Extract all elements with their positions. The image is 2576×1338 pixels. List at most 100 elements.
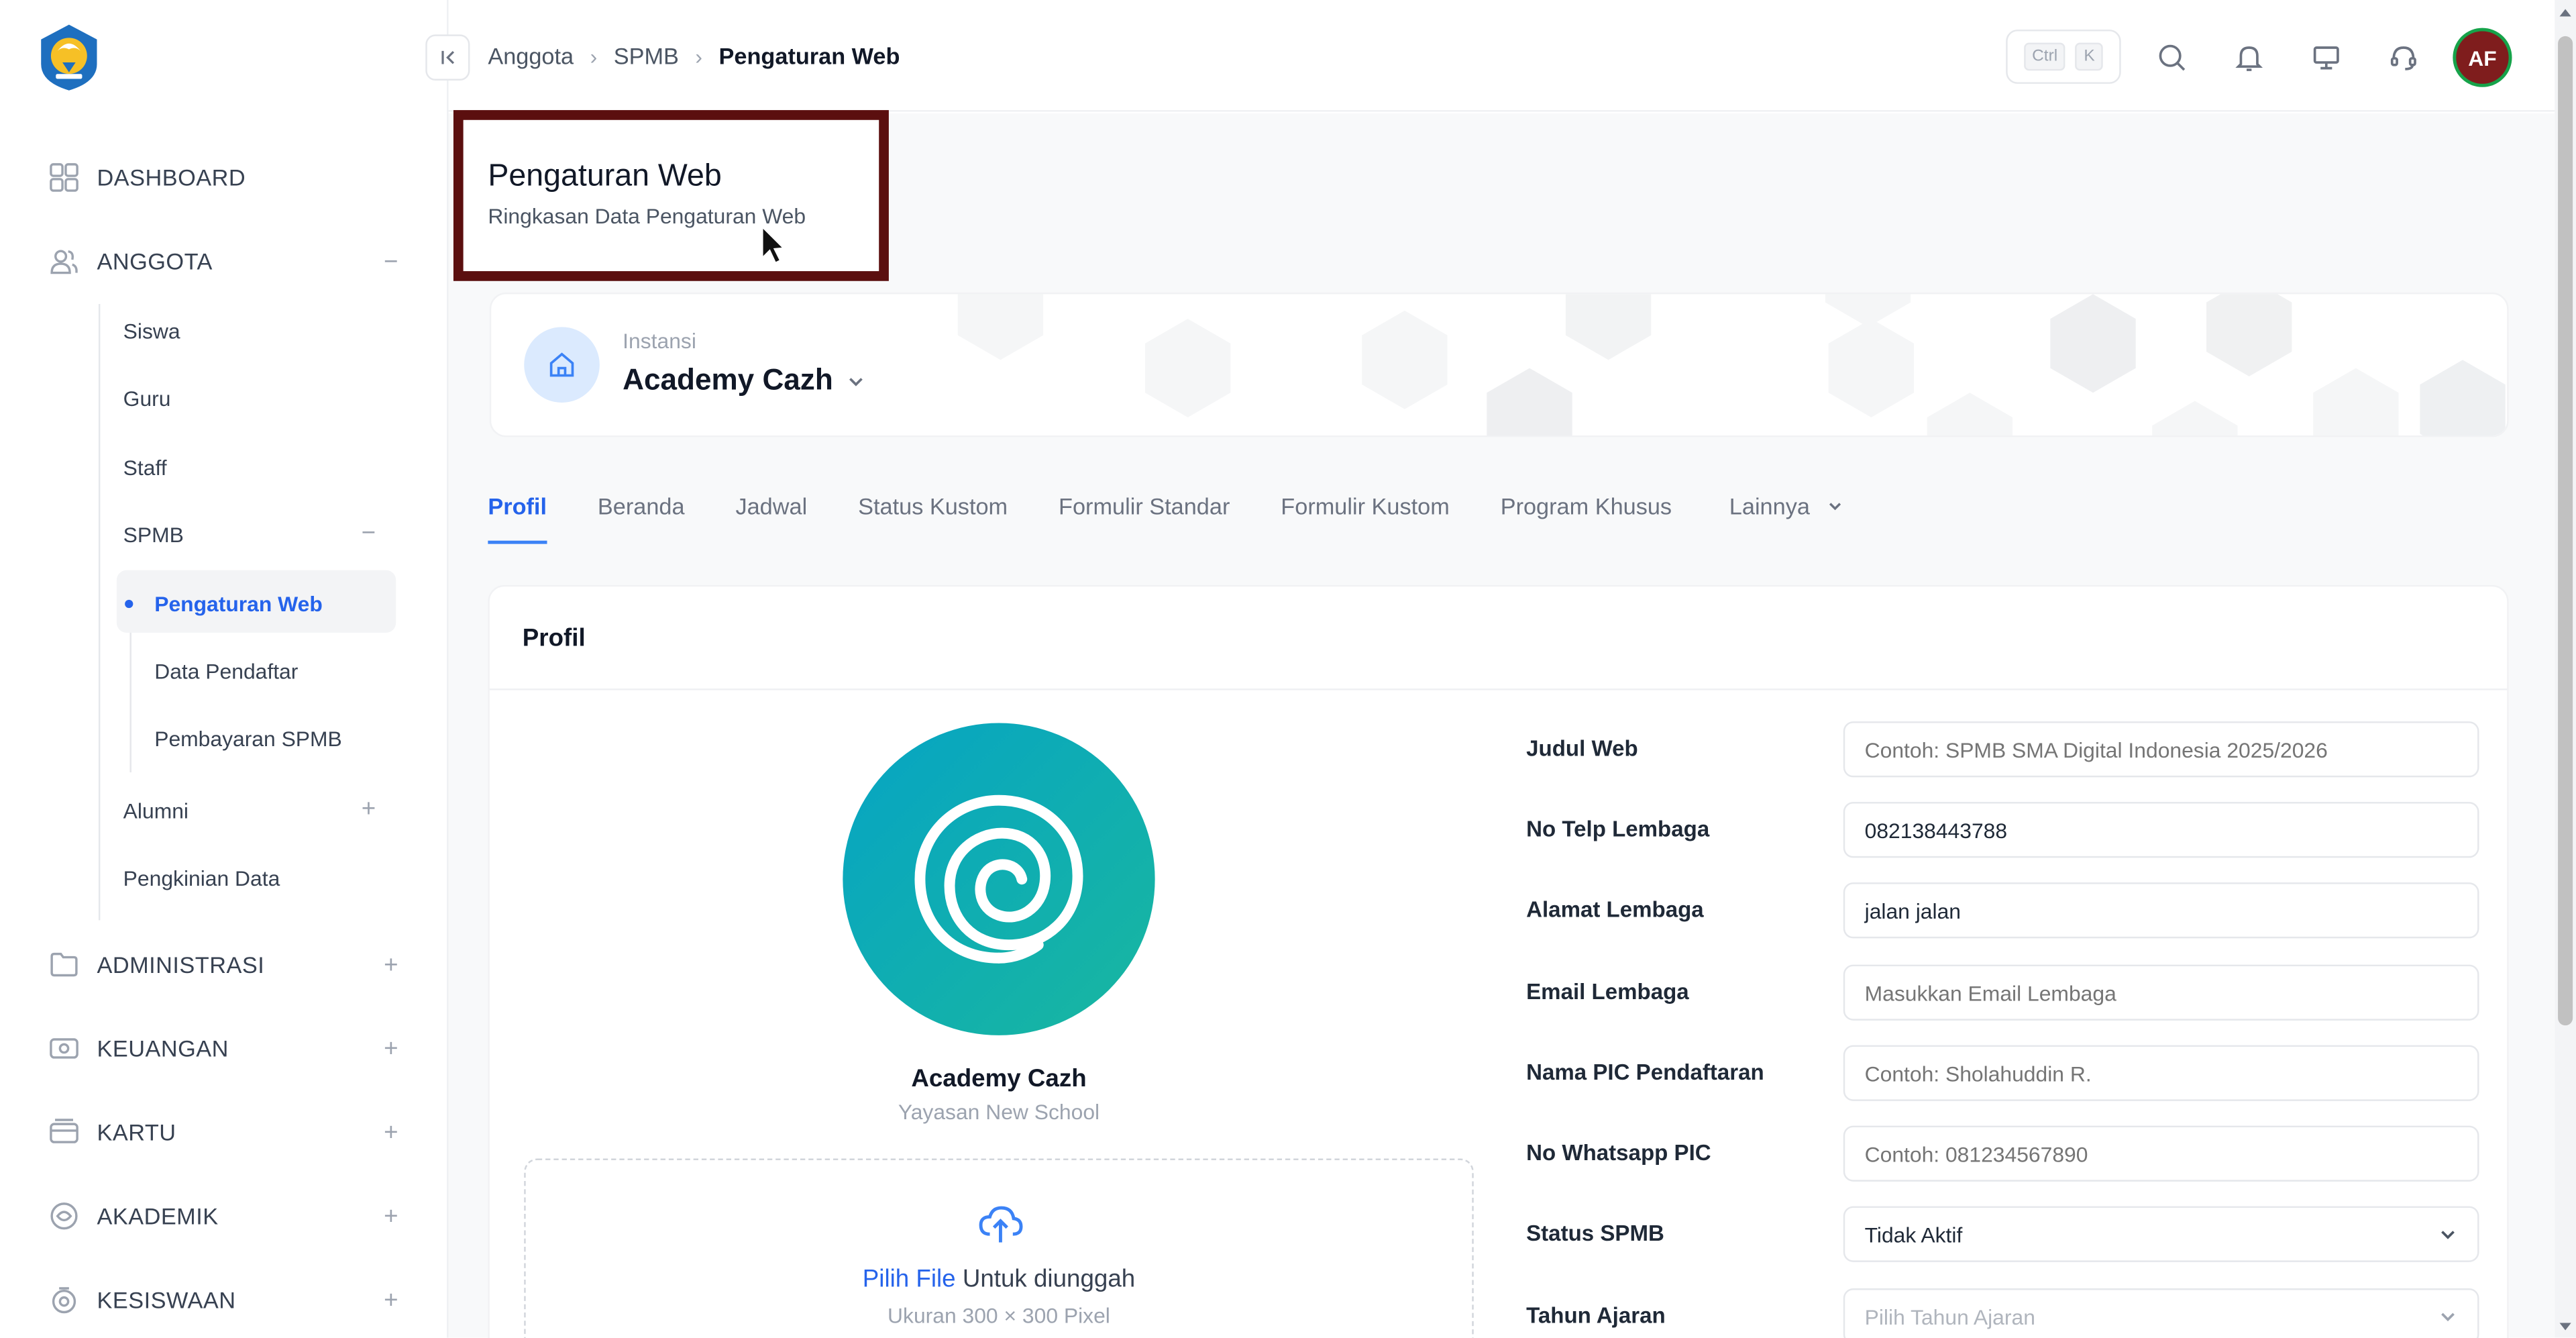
nav-administrasi[interactable]: ADMINISTRASI + [49, 947, 402, 983]
sidebar: DASHBOARD ANGGOTA − Siswa Guru Staff SPM… [0, 0, 449, 1338]
nav-kesiswaan[interactable]: KESISWAAN + [49, 1282, 402, 1318]
status-spmb-select[interactable]: Tidak Aktif [1843, 1206, 2479, 1262]
tab-bar: Profil Beranda Jadwal Status Kustom Form… [488, 493, 1893, 546]
form-row-whatsapp-pic: No Whatsapp PIC [1526, 1125, 2479, 1182]
form-row-email: Email Lembaga [1526, 964, 2479, 1021]
field-label: Judul Web [1526, 736, 1638, 761]
form-row-nama-pic: Nama PIC Pendaftaran [1526, 1045, 2479, 1101]
tab-formulir-kustom[interactable]: Formulir Kustom [1281, 493, 1449, 546]
expand-toggle[interactable]: + [380, 951, 402, 979]
spmb-collapse-toggle[interactable]: − [362, 519, 376, 548]
breadcrumb-current: Pengaturan Web [718, 42, 900, 69]
org-name: Academy Cazh [911, 1064, 1087, 1093]
kbd-k: K [2076, 42, 2103, 71]
tab-jadwal[interactable]: Jadwal [735, 493, 807, 546]
chevron-right-icon: › [695, 43, 703, 68]
upload-size-hint: Ukuran 300 × 300 Pixel [888, 1303, 1110, 1328]
org-logo [843, 723, 1155, 1035]
instansi-label: Instansi [623, 328, 696, 354]
alumni-expand-toggle[interactable]: + [362, 795, 376, 823]
field-label: Email Lembaga [1526, 979, 1689, 1005]
command-palette-button[interactable]: Ctrl K [2006, 30, 2121, 84]
nav-kartu[interactable]: KARTU + [49, 1114, 402, 1150]
whatsapp-pic-input[interactable] [1843, 1125, 2479, 1182]
kbd-ctrl: Ctrl [2023, 42, 2066, 71]
scroll-up-icon[interactable] [2558, 5, 2573, 19]
sidebar-item-spmb[interactable]: SPMB [123, 523, 184, 548]
expand-toggle[interactable]: + [380, 1202, 402, 1230]
active-dot [125, 599, 133, 609]
choose-file-link[interactable]: Pilih File [863, 1266, 956, 1294]
nav-keuangan[interactable]: KEUANGAN + [49, 1031, 402, 1067]
support-icon[interactable] [2385, 40, 2422, 76]
instansi-name: Academy Cazh [623, 363, 833, 397]
expand-toggle[interactable]: + [380, 1119, 402, 1147]
instansi-select[interactable]: Academy Cazh [623, 363, 866, 397]
monitor-icon[interactable] [2308, 40, 2345, 76]
scrollbar-thumb[interactable] [2558, 36, 2573, 1026]
sidebar-item-staff[interactable]: Staff [123, 455, 167, 480]
upload-instruction: Pilih File Untuk diunggah [526, 1266, 1472, 1294]
nav-dashboard[interactable]: DASHBOARD [49, 160, 402, 196]
page-title: Pengaturan Web [488, 159, 722, 194]
scroll-down-icon[interactable] [2558, 1320, 2573, 1335]
tab-program-khusus[interactable]: Program Khusus [1501, 493, 1672, 546]
expand-toggle[interactable]: + [380, 1035, 402, 1063]
collapse-left-icon [441, 50, 453, 64]
folder-icon [49, 950, 78, 980]
search-icon[interactable] [2154, 40, 2190, 76]
nav-label: KARTU [97, 1119, 176, 1145]
page-scrollbar[interactable] [2555, 0, 2576, 1338]
bell-icon[interactable] [2231, 40, 2267, 76]
sidebar-item-pengkinian-data[interactable]: Pengkinian Data [123, 866, 280, 891]
judul-web-input[interactable] [1843, 721, 2479, 778]
sidebar-item-pembayaran-spmb[interactable]: Pembayaran SPMB [154, 726, 342, 751]
sidebar-item-guru[interactable]: Guru [123, 387, 171, 411]
chevron-down-icon [2441, 1313, 2455, 1322]
page-header: Pengaturan Web Ringkasan Data Pengaturan… [453, 110, 889, 281]
field-label: Alamat Lembaga [1526, 897, 1704, 922]
email-input[interactable] [1843, 964, 2479, 1021]
field-label: No Telp Lembaga [1526, 817, 1710, 841]
sidebar-item-alumni[interactable]: Alumni [123, 799, 189, 823]
card-icon [49, 1117, 78, 1147]
sidebar-item-data-pendaftar[interactable]: Data Pendaftar [154, 659, 298, 684]
collapse-toggle[interactable]: − [380, 248, 402, 276]
nav-label: KEUANGAN [97, 1035, 229, 1062]
tahun-ajaran-select[interactable]: Pilih Tahun Ajaran [1843, 1288, 2479, 1338]
tab-beranda[interactable]: Beranda [598, 493, 685, 546]
tab-profil[interactable]: Profil [488, 493, 547, 546]
org-foundation: Yayasan New School [898, 1099, 1100, 1125]
tab-status-kustom[interactable]: Status Kustom [858, 493, 1008, 546]
status-spmb-value: Tidak Aktif [1864, 1223, 1963, 1247]
form-row-tahun-ajaran: Tahun Ajaran Pilih Tahun Ajaran [1526, 1288, 2479, 1338]
field-label: Status SPMB [1526, 1221, 1664, 1246]
sidebar-item-pengaturan-web[interactable]: Pengaturan Web [154, 592, 323, 617]
tut-wuri-handayani-logo[interactable] [36, 23, 102, 92]
chevron-right-icon: › [590, 43, 598, 68]
student-icon [49, 1285, 78, 1315]
form-row-alamat: Alamat Lembaga jalan jalan [1526, 882, 2479, 939]
nav-anggota[interactable]: ANGGOTA − [49, 243, 402, 279]
no-telp-input[interactable]: 082138443788 [1843, 802, 2479, 858]
nav-label: ANGGOTA [97, 248, 213, 274]
chevron-down-icon [2441, 1231, 2455, 1239]
avatar[interactable]: AF [2453, 28, 2512, 87]
nav-akademik[interactable]: AKADEMIK + [49, 1198, 402, 1234]
tab-lainnya-label: Lainnya [1729, 493, 1810, 519]
expand-toggle[interactable]: + [380, 1286, 402, 1314]
nama-pic-input[interactable] [1843, 1045, 2479, 1101]
sidebar-item-siswa[interactable]: Siswa [123, 319, 180, 344]
logo-upload-dropzone[interactable]: Pilih File Untuk diunggah Ukuran 300 × 3… [524, 1158, 1474, 1338]
tab-lainnya[interactable]: Lainnya [1729, 493, 1843, 546]
home-icon [524, 327, 600, 403]
breadcrumb-anggota[interactable]: Anggota [488, 43, 574, 69]
tab-formulir-standar[interactable]: Formulir Standar [1059, 493, 1230, 546]
upload-text: Untuk diunggah [955, 1265, 1136, 1294]
alamat-input[interactable]: jalan jalan [1843, 882, 2479, 939]
nav-label: DASHBOARD [97, 164, 246, 191]
breadcrumb-spmb[interactable]: SPMB [614, 43, 679, 69]
academic-icon [49, 1201, 78, 1231]
sidebar-collapse-button[interactable] [425, 34, 470, 81]
field-label: No Whatsapp PIC [1526, 1140, 1711, 1166]
